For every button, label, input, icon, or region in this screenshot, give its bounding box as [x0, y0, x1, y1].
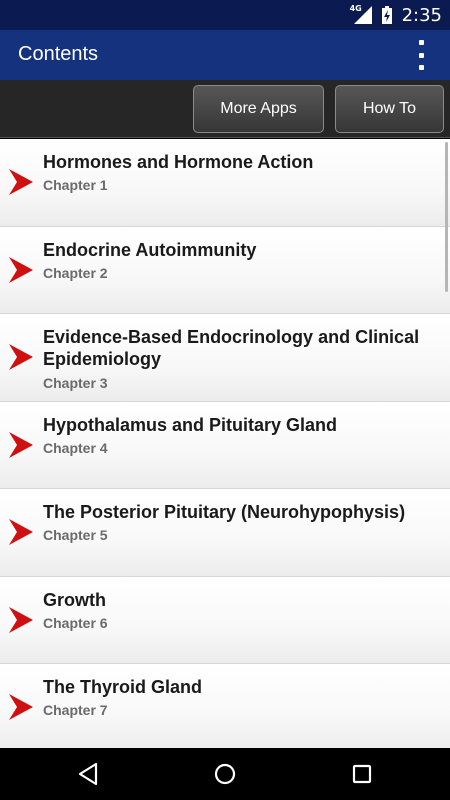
- how-to-button[interactable]: How To: [335, 85, 444, 133]
- battery-icon: [381, 6, 392, 24]
- list-item[interactable]: Evidence-Based Endocrinology and Clinica…: [0, 314, 450, 402]
- red-arrow-icon: [9, 256, 33, 283]
- red-arrow-icon: [9, 606, 33, 633]
- overflow-menu-icon[interactable]: [416, 40, 426, 70]
- chapter-number: Chapter 4: [43, 439, 108, 456]
- home-icon[interactable]: [211, 760, 239, 788]
- red-arrow-icon: [9, 169, 33, 195]
- chapter-title: Hormones and Hormone Action: [43, 152, 314, 172]
- clock: 2:35: [401, 4, 442, 26]
- chapter-number: Chapter 5: [43, 527, 108, 543]
- status-bar: 4G 2:35: [0, 0, 450, 30]
- back-icon[interactable]: [74, 760, 102, 788]
- list-item[interactable]: Hormones and Hormone Action Chapter 1: [0, 139, 450, 227]
- more-apps-button[interactable]: More Apps: [193, 85, 324, 133]
- chapter-title: Growth: [43, 589, 106, 610]
- red-arrow-icon: [9, 344, 33, 370]
- chapter-number: Chapter 1: [43, 177, 108, 193]
- list-item[interactable]: Endocrine Autoimmunity Chapter 2: [0, 226, 450, 314]
- status-icons: 4G 2:35: [350, 0, 450, 30]
- chapter-title: The Thyroid Gland: [43, 677, 203, 697]
- list-item[interactable]: The Thyroid Gland Chapter 7: [0, 664, 450, 748]
- list-item[interactable]: Hypothalamus and Pituitary Gland Chapter…: [0, 401, 450, 489]
- chapter-list: Hormones and Hormone Action Chapter 1 En…: [0, 139, 450, 748]
- list-item[interactable]: The Posterior Pituitary (Neurohypophysis…: [0, 489, 450, 577]
- chapter-title: The Posterior Pituitary (Neurohypophysis…: [43, 502, 406, 522]
- red-arrow-icon: [9, 431, 33, 458]
- chapter-number: Chapter 3: [43, 375, 108, 391]
- app-bar: Contents: [0, 30, 450, 80]
- toolbar: More Apps How To: [0, 80, 450, 138]
- scrollbar[interactable]: [445, 142, 448, 292]
- navigation-bar: [0, 748, 450, 800]
- recents-icon[interactable]: [348, 760, 376, 788]
- chapter-number: Chapter 7: [43, 702, 108, 718]
- red-arrow-icon: [9, 519, 33, 545]
- chapter-number: Chapter 6: [43, 614, 108, 631]
- chapter-title: Hypothalamus and Pituitary Gland: [43, 414, 338, 435]
- signal-icon: 4G: [350, 0, 374, 30]
- red-arrow-icon: [9, 694, 33, 720]
- page-title: Contents: [18, 43, 99, 65]
- chapter-number: Chapter 2: [43, 264, 108, 281]
- chapter-title: Evidence-Based Endocrinology and Clinica…: [43, 327, 420, 369]
- list-item[interactable]: Growth Chapter 6: [0, 576, 450, 664]
- chapter-title: Endocrine Autoimmunity: [43, 239, 257, 260]
